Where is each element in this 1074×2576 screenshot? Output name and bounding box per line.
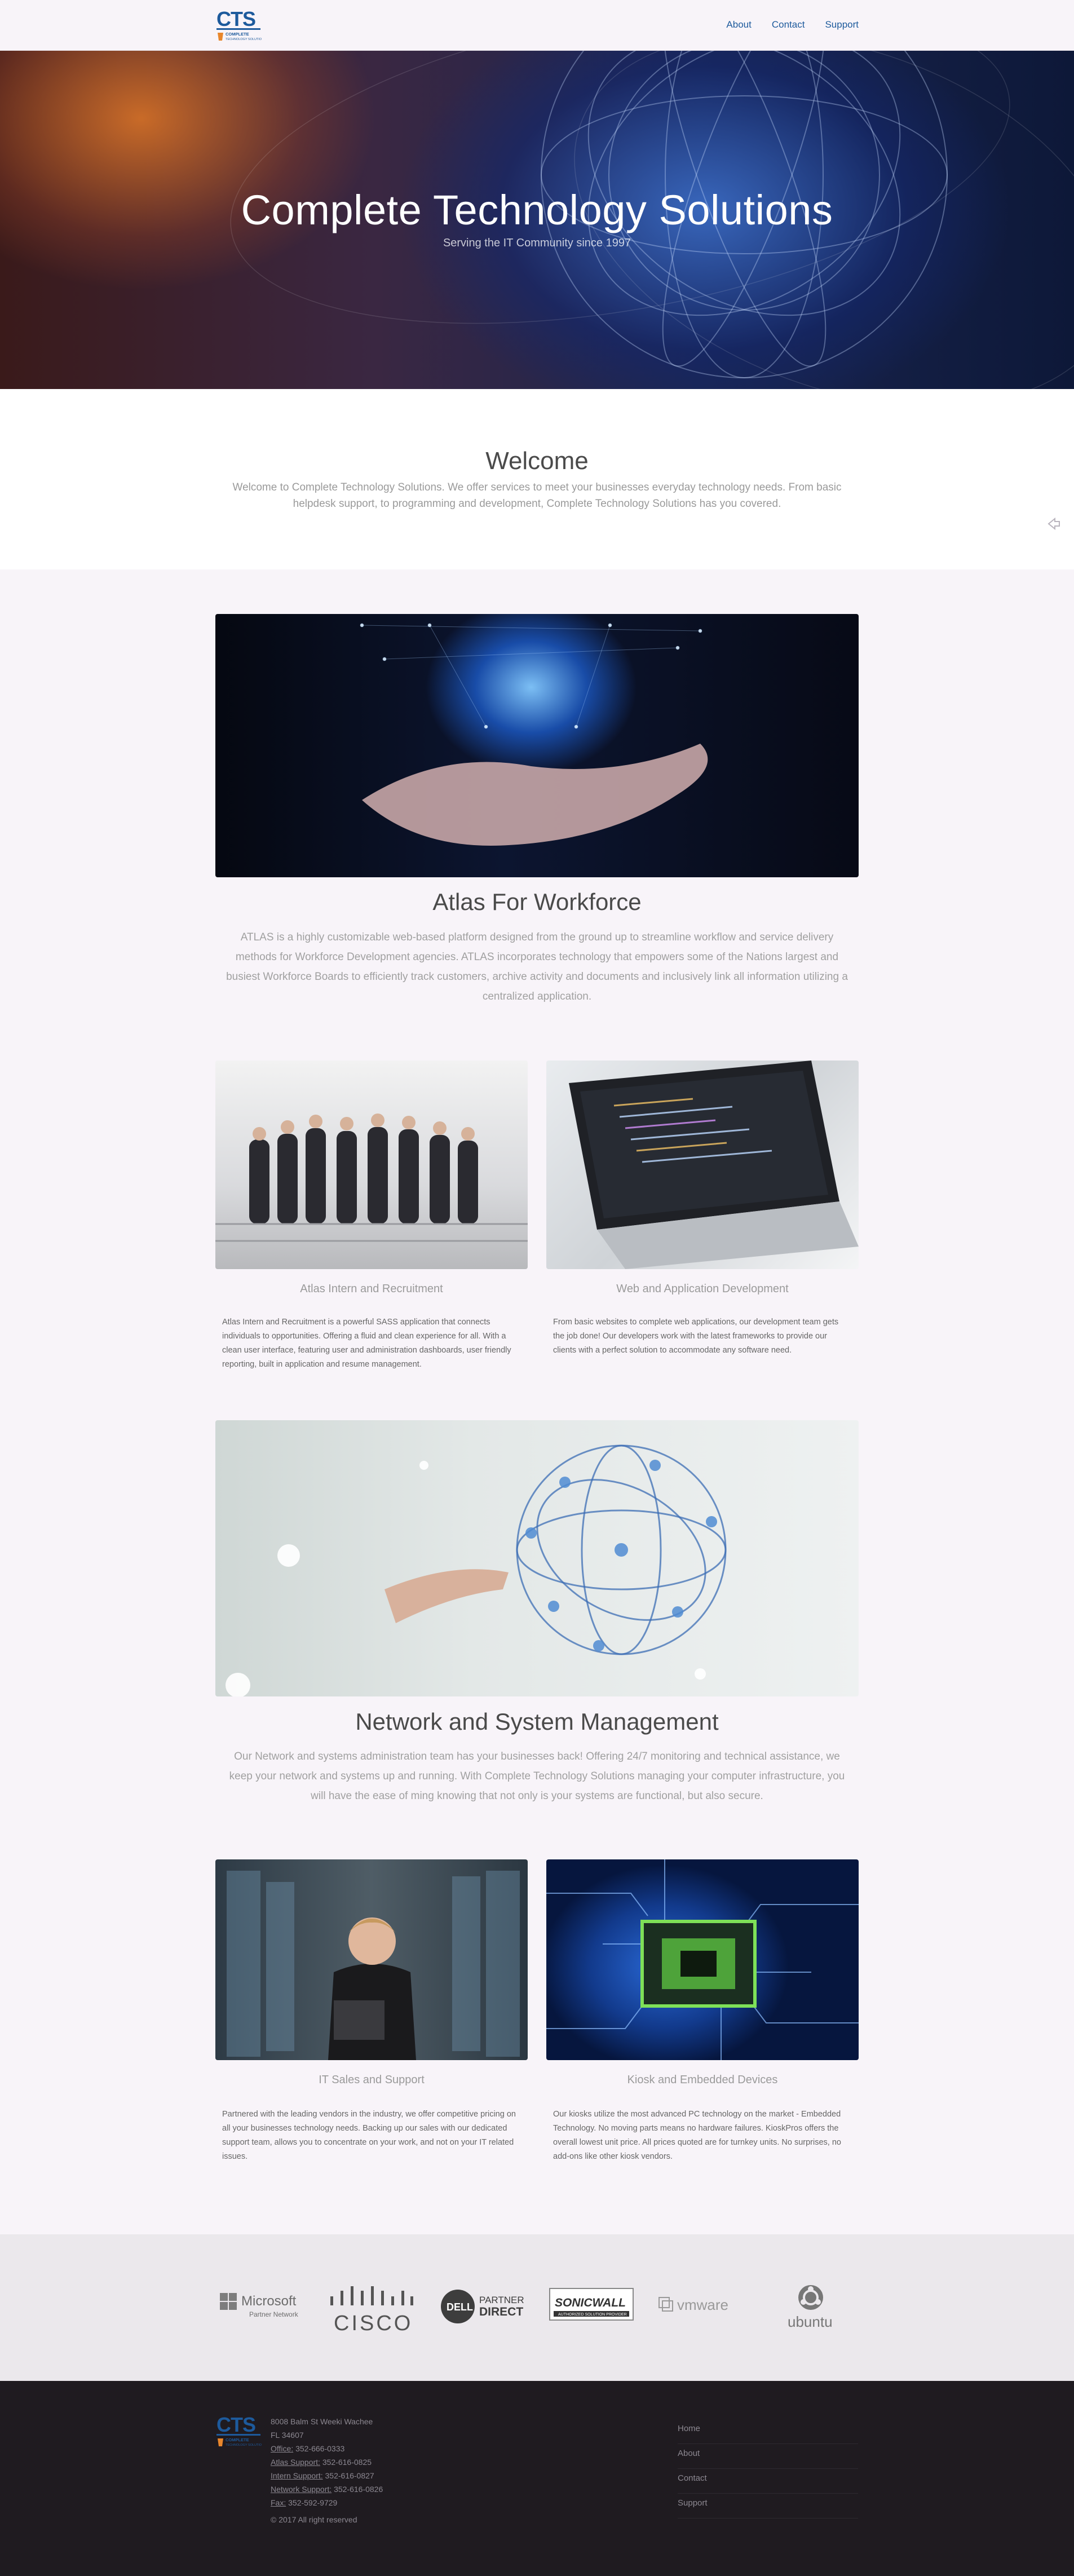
kiosk-embedded-title: Kiosk and Embedded Devices (627, 2074, 778, 2086)
hero-subtitle: Serving the IT Community since 1997 (443, 237, 631, 249)
svg-text:ubuntu: ubuntu (788, 2313, 833, 2330)
svg-text:COMPLETE: COMPLETE (226, 2437, 249, 2442)
svg-text:vmware: vmware (677, 2296, 728, 2313)
footer-intern-support-phone: Intern Support: 352-616-0827 (271, 2471, 374, 2480)
footer-address-line2: FL 34607 (271, 2431, 304, 2440)
footer-home-link[interactable]: Home (678, 2419, 858, 2444)
footer-support-link[interactable]: Support (678, 2494, 858, 2518)
web-development-text: From basic websites to complete web appl… (553, 1318, 839, 1355)
page: CTS COMPLETE TECHNOLOGY SOLUTIONS About … (0, 0, 1074, 2576)
footer-office-phone: Office: 352-666-0333 (271, 2444, 345, 2453)
nav-contact-link[interactable]: Contact (772, 19, 805, 30)
share-icon[interactable] (1047, 516, 1062, 531)
kiosk-embedded-text: Our kiosks utilize the most advanced PC … (553, 2110, 841, 2161)
svg-text:DELL: DELL (447, 2301, 473, 2313)
network-feature-image (215, 1420, 859, 1696)
svg-text:CISCO: CISCO (334, 2312, 413, 2335)
nav-about-link[interactable]: About (726, 19, 751, 30)
navbar: CTS COMPLETE TECHNOLOGY SOLUTIONS About … (0, 0, 1074, 51)
svg-text:DIRECT: DIRECT (479, 2305, 523, 2318)
welcome-section: Welcome Welcome to Complete Technology S… (0, 389, 1074, 569)
it-sales-text: Partnered with the leading vendors in th… (222, 2110, 516, 2161)
svg-text:SONICWALL: SONICWALL (555, 2296, 626, 2309)
footer-atlas-support-phone: Atlas Support: 352-616-0825 (271, 2458, 372, 2467)
atlas-text: ATLAS is a highly customizable web-based… (226, 931, 848, 1002)
network-title: Network and System Management (355, 1708, 719, 1735)
svg-text:TECHNOLOGY SOLUTIONS: TECHNOLOGY SOLUTIONS (226, 38, 262, 41)
network-text: Our Network and systems administration t… (229, 1751, 845, 1802)
it-sales-image (215, 1859, 528, 2060)
footer-network-support-phone: Network Support: 352-616-0826 (271, 2485, 383, 2494)
nav-links: About Contact Support (726, 19, 859, 30)
ubuntu-logo: ubuntu (781, 2274, 843, 2341)
footer-fax: Fax: 352-592-9729 (271, 2498, 338, 2507)
hero-banner: Complete Technology Solutions Serving th… (0, 51, 1074, 389)
footer-contact-link[interactable]: Contact (678, 2469, 858, 2494)
footer-about-link[interactable]: About (678, 2444, 858, 2469)
nav-support-link[interactable]: Support (825, 19, 859, 30)
it-sales-title: IT Sales and Support (319, 2074, 425, 2086)
web-development-image (546, 1061, 859, 1269)
atlas-title: Atlas For Workforce (432, 889, 642, 915)
footer: CTS COMPLETE TECHNOLOGY SOLUTIONS 8008 B… (0, 2381, 1074, 2576)
footer-address-block: 8008 Balm St Weeki Wachee FL 34607 Offic… (271, 2415, 383, 2526)
vmware-logo: vmware (657, 2274, 747, 2341)
intern-recruitment-text: Atlas Intern and Recruitment is a powerf… (222, 1318, 511, 1369)
microsoft-partner-logo: Microsoft Partner Network (220, 2274, 304, 2341)
footer-address-line1: 8008 Balm St Weeki Wachee (271, 2417, 373, 2426)
welcome-text: Welcome to Complete Technology Solutions… (232, 481, 842, 510)
sonicwall-logo: SONICWALL AUTHORIZED SOLUTION PROVIDER (547, 2274, 637, 2341)
svg-text:PARTNER: PARTNER (479, 2295, 524, 2305)
svg-text:CTS: CTS (216, 2414, 255, 2436)
svg-text:Partner Network: Partner Network (249, 2310, 299, 2318)
intern-recruitment-title: Atlas Intern and Recruitment (300, 1283, 443, 1295)
welcome-title: Welcome (485, 447, 589, 475)
logo-text: CTS (216, 8, 255, 30)
web-development-title: Web and Application Development (616, 1283, 789, 1295)
dell-partner-direct-logo: DELL PARTNER DIRECT (440, 2274, 524, 2341)
atlas-feature-image (215, 614, 859, 877)
hero-title: Complete Technology Solutions (241, 187, 833, 233)
footer-cts-logo[interactable]: CTS COMPLETE TECHNOLOGY SOLUTIONS (215, 2414, 262, 2449)
svg-text:TECHNOLOGY SOLUTIONS: TECHNOLOGY SOLUTIONS (226, 2444, 262, 2447)
svg-text:COMPLETE: COMPLETE (226, 32, 249, 37)
partners-strip: Microsoft Partner Network CISCO DELL PAR… (0, 2234, 1074, 2381)
cts-logo[interactable]: CTS COMPLETE TECHNOLOGY SOLUTIONS (215, 8, 262, 43)
kiosk-embedded-image (546, 1859, 859, 2060)
intern-recruitment-image (215, 1061, 528, 1269)
footer-copyright: © 2017 All right reserved (271, 2515, 357, 2524)
footer-links: Home About Contact Support (678, 2419, 858, 2518)
svg-text:AUTHORIZED SOLUTION PROVIDER: AUTHORIZED SOLUTION PROVIDER (558, 2313, 627, 2317)
svg-text:Microsoft: Microsoft (241, 2294, 297, 2309)
cisco-logo: CISCO (327, 2274, 417, 2341)
